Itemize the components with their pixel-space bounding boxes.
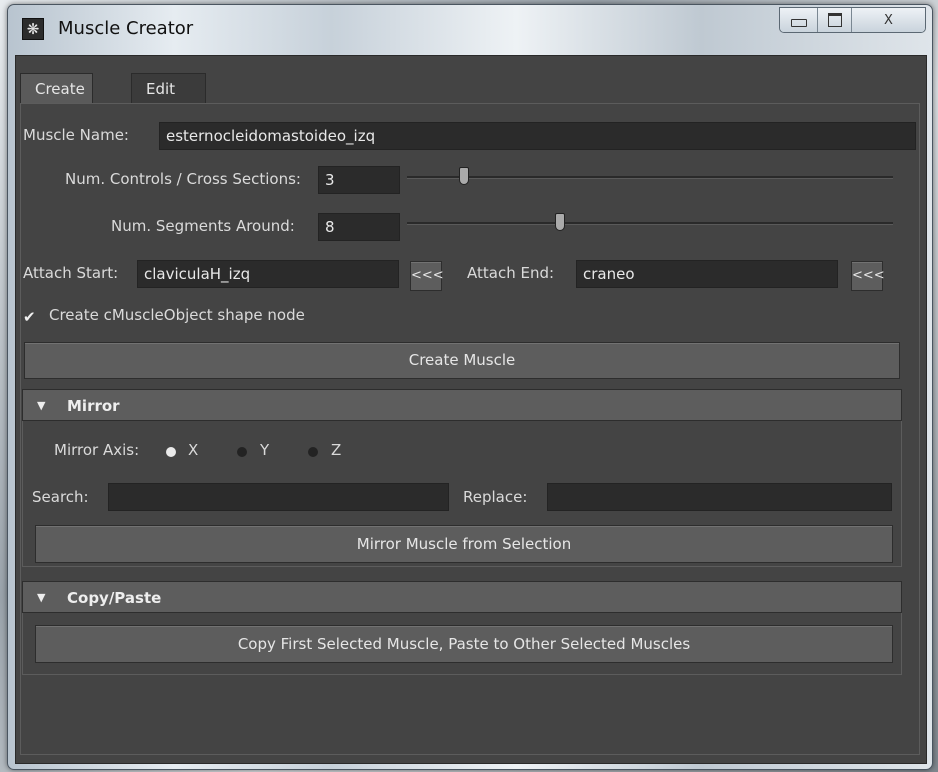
attach-end-field[interactable] <box>576 260 838 288</box>
close-button[interactable]: X <box>852 8 925 32</box>
tab-edit-label: Edit <box>146 80 176 98</box>
mirror-frame-header[interactable]: ▼ Mirror <box>22 389 902 421</box>
maximize-button[interactable] <box>818 8 852 32</box>
attach-start-field[interactable] <box>137 260 399 288</box>
num-segments-slider-thumb[interactable] <box>555 213 565 231</box>
create-shape-node-label: Create cMuscleObject shape node <box>49 306 305 324</box>
attach-start-pick-button[interactable]: <<< <box>410 261 444 291</box>
replace-label: Replace: <box>463 488 528 506</box>
copy-paste-frame-body: Copy First Selected Muscle, Paste to Oth… <box>22 613 902 675</box>
create-panel: Muscle Name: Num. Controls / Cross Secti… <box>20 103 920 755</box>
radio-z[interactable] <box>308 447 318 457</box>
radio-x-label: X <box>188 441 199 459</box>
mirror-axis-label: Mirror Axis: <box>54 441 140 459</box>
attach-end-label: Attach End: <box>467 264 555 282</box>
triangle-down-icon: ▼ <box>37 591 46 604</box>
copy-paste-button[interactable]: Copy First Selected Muscle, Paste to Oth… <box>35 625 893 663</box>
search-label: Search: <box>32 488 89 506</box>
minimize-button[interactable] <box>780 8 818 32</box>
maximize-icon <box>827 13 842 27</box>
radio-y[interactable] <box>237 447 247 457</box>
search-field[interactable] <box>108 483 449 511</box>
checkmark-icon[interactable]: ✔ <box>23 310 37 325</box>
radio-z-label: Z <box>331 441 342 459</box>
copy-paste-frame-header[interactable]: ▼ Copy/Paste <box>22 581 902 613</box>
replace-field[interactable] <box>547 483 892 511</box>
minimize-icon <box>790 19 807 27</box>
num-segments-field[interactable] <box>318 213 400 241</box>
window-title: Muscle Creator <box>58 18 194 39</box>
mirror-header-label: Mirror <box>67 397 120 415</box>
attach-end-pick-button[interactable]: <<< <box>851 261 885 291</box>
num-controls-slider[interactable] <box>407 167 893 185</box>
title-bar[interactable]: ❋ Muscle Creator X <box>8 5 932 55</box>
caption-buttons: X <box>779 7 926 33</box>
num-controls-label: Num. Controls / Cross Sections: <box>65 170 301 188</box>
tab-create[interactable]: Create <box>20 73 93 104</box>
num-segments-slider[interactable] <box>407 213 893 231</box>
mirror-muscle-button[interactable]: Mirror Muscle from Selection <box>35 525 893 563</box>
num-segments-label: Num. Segments Around: <box>111 217 295 235</box>
muscle-name-label: Muscle Name: <box>23 126 129 144</box>
close-icon: X <box>884 12 893 28</box>
muscle-creator-window: ❋ Muscle Creator X Create Edit Muscle Na… <box>7 4 933 770</box>
maya-logo-icon[interactable]: ❋ <box>22 18 44 40</box>
copy-paste-header-label: Copy/Paste <box>67 589 162 607</box>
tab-edit[interactable]: Edit <box>131 73 206 103</box>
attach-start-label: Attach Start: <box>23 264 119 282</box>
triangle-down-icon: ▼ <box>37 399 46 412</box>
muscle-name-field[interactable] <box>159 122 916 150</box>
num-controls-slider-thumb[interactable] <box>459 167 469 185</box>
client-area: Create Edit Muscle Name: Num. Controls /… <box>15 55 927 764</box>
tab-create-label: Create <box>35 80 85 98</box>
create-muscle-button[interactable]: Create Muscle <box>24 342 900 379</box>
radio-x[interactable] <box>166 447 176 457</box>
mirror-frame-body: Mirror Axis: X Y Z Search: Replace: Mirr… <box>22 421 902 567</box>
num-controls-field[interactable] <box>318 166 400 194</box>
radio-y-label: Y <box>260 441 270 459</box>
